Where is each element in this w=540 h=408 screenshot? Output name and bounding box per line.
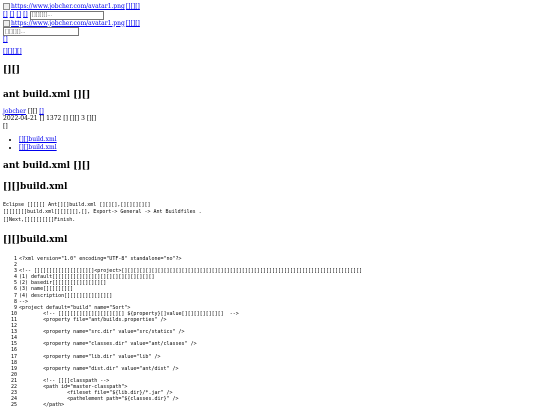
code-line-text: <?xml version="1.0" encoding="UTF-8" sta… xyxy=(19,256,182,262)
date-line: 2022-04-21 [] 1372 [] [][] 3 [][] xyxy=(3,115,97,122)
author-suffix: [][] xyxy=(27,107,38,115)
description-paragraph: Eclipse [][][] Ant[][]build.xml [][][],[… xyxy=(3,202,537,225)
section-heading-2: [][]build.xml xyxy=(3,234,68,245)
broken-image-icon xyxy=(3,19,10,27)
nav-link-3[interactable]: [] xyxy=(16,11,21,19)
avatar-suffix-text: [][][] xyxy=(125,19,140,27)
author-extra-link[interactable]: [] xyxy=(39,108,44,115)
author-line: jobcher [][] [] xyxy=(3,108,537,116)
author-link[interactable]: jobcher xyxy=(3,108,26,115)
table-of-contents: [][]build.xml [][]build.xml xyxy=(3,136,537,151)
broken-image-icon xyxy=(3,3,10,11)
avatar-link-mobile[interactable]: https://www.jobcher.com/avatar1.png [][]… xyxy=(3,20,140,28)
search-input[interactable] xyxy=(29,10,104,20)
nav-link-2[interactable]: [] xyxy=(10,11,15,19)
code-line-number: 25 xyxy=(10,402,17,408)
description-line-3: []Next,[][][][][]Finish. xyxy=(3,217,76,223)
menu-toggle-link[interactable]: [] xyxy=(3,36,8,44)
code-line-text: (4) description[][][][][][][][] xyxy=(19,292,113,299)
tag-mark: [] xyxy=(3,122,8,130)
header-row-2: [] [] [] [] xyxy=(3,10,537,20)
header-row-3: https://www.jobcher.com/avatar1.png [][]… xyxy=(3,20,537,28)
toc-link-2[interactable]: [][]build.xml xyxy=(19,144,57,151)
section-heading-1: [][]build.xml xyxy=(3,182,68,193)
code-line-text: </path> xyxy=(19,402,65,408)
description-line-2: [][][][]build.xml[][][][],[], Export-> G… xyxy=(3,209,202,216)
post-meta: jobcher [][] [] 2022-04-21 [] 1372 [] []… xyxy=(3,108,537,131)
page: https://www.jobcher.com/avatar1.png [][]… xyxy=(0,0,540,408)
avatar-link[interactable]: https://www.jobcher.com/avatar1.png [][]… xyxy=(3,3,140,11)
nav-link-1[interactable]: [] xyxy=(3,11,8,19)
post-title: ant build.xml [][] xyxy=(3,90,91,101)
toc-link-1[interactable]: [][]build.xml xyxy=(19,136,57,143)
avatar-alt-text: https://www.jobcher.com/avatar1.png xyxy=(11,3,125,10)
header-row-5: [] xyxy=(3,36,537,44)
header-row-6: [][][][] xyxy=(3,48,537,56)
code-line-text: <property file="ant/builds.properties" /… xyxy=(19,316,167,323)
description-line-1: Eclipse [][][] Ant[][]build.xml [][][],[… xyxy=(3,201,151,208)
code-line: 25 </path> xyxy=(3,402,537,408)
code-line-text: <property name="dist.dir" value="ant/dis… xyxy=(19,365,179,372)
article-title: ant build.xml [][] xyxy=(3,161,91,171)
avatar-suffix-text: [][][] xyxy=(125,3,140,10)
search-input-mobile[interactable] xyxy=(3,27,79,36)
site-heading: [][] xyxy=(3,65,21,75)
toc-item: [][]build.xml xyxy=(19,136,537,144)
back-link[interactable]: [][][][] xyxy=(3,48,22,56)
code-line-text: <property name="lib.dir" value="lib" /> xyxy=(19,353,161,360)
header-row-4 xyxy=(3,27,537,36)
toc-item: [][]build.xml xyxy=(19,144,537,152)
nav-link-4[interactable]: [] xyxy=(23,11,28,19)
code-line-text: <property name="classes.dir" value="ant/… xyxy=(19,341,197,348)
code-line-text: <property name="src.dir" value="src/stat… xyxy=(19,329,185,336)
code-block: 1 <?xml version="1.0" encoding="UTF-8" st… xyxy=(3,256,537,408)
header-row-1: https://www.jobcher.com/avatar1.png [][]… xyxy=(3,3,537,11)
avatar-alt-text: https://www.jobcher.com/avatar1.png xyxy=(11,19,125,27)
